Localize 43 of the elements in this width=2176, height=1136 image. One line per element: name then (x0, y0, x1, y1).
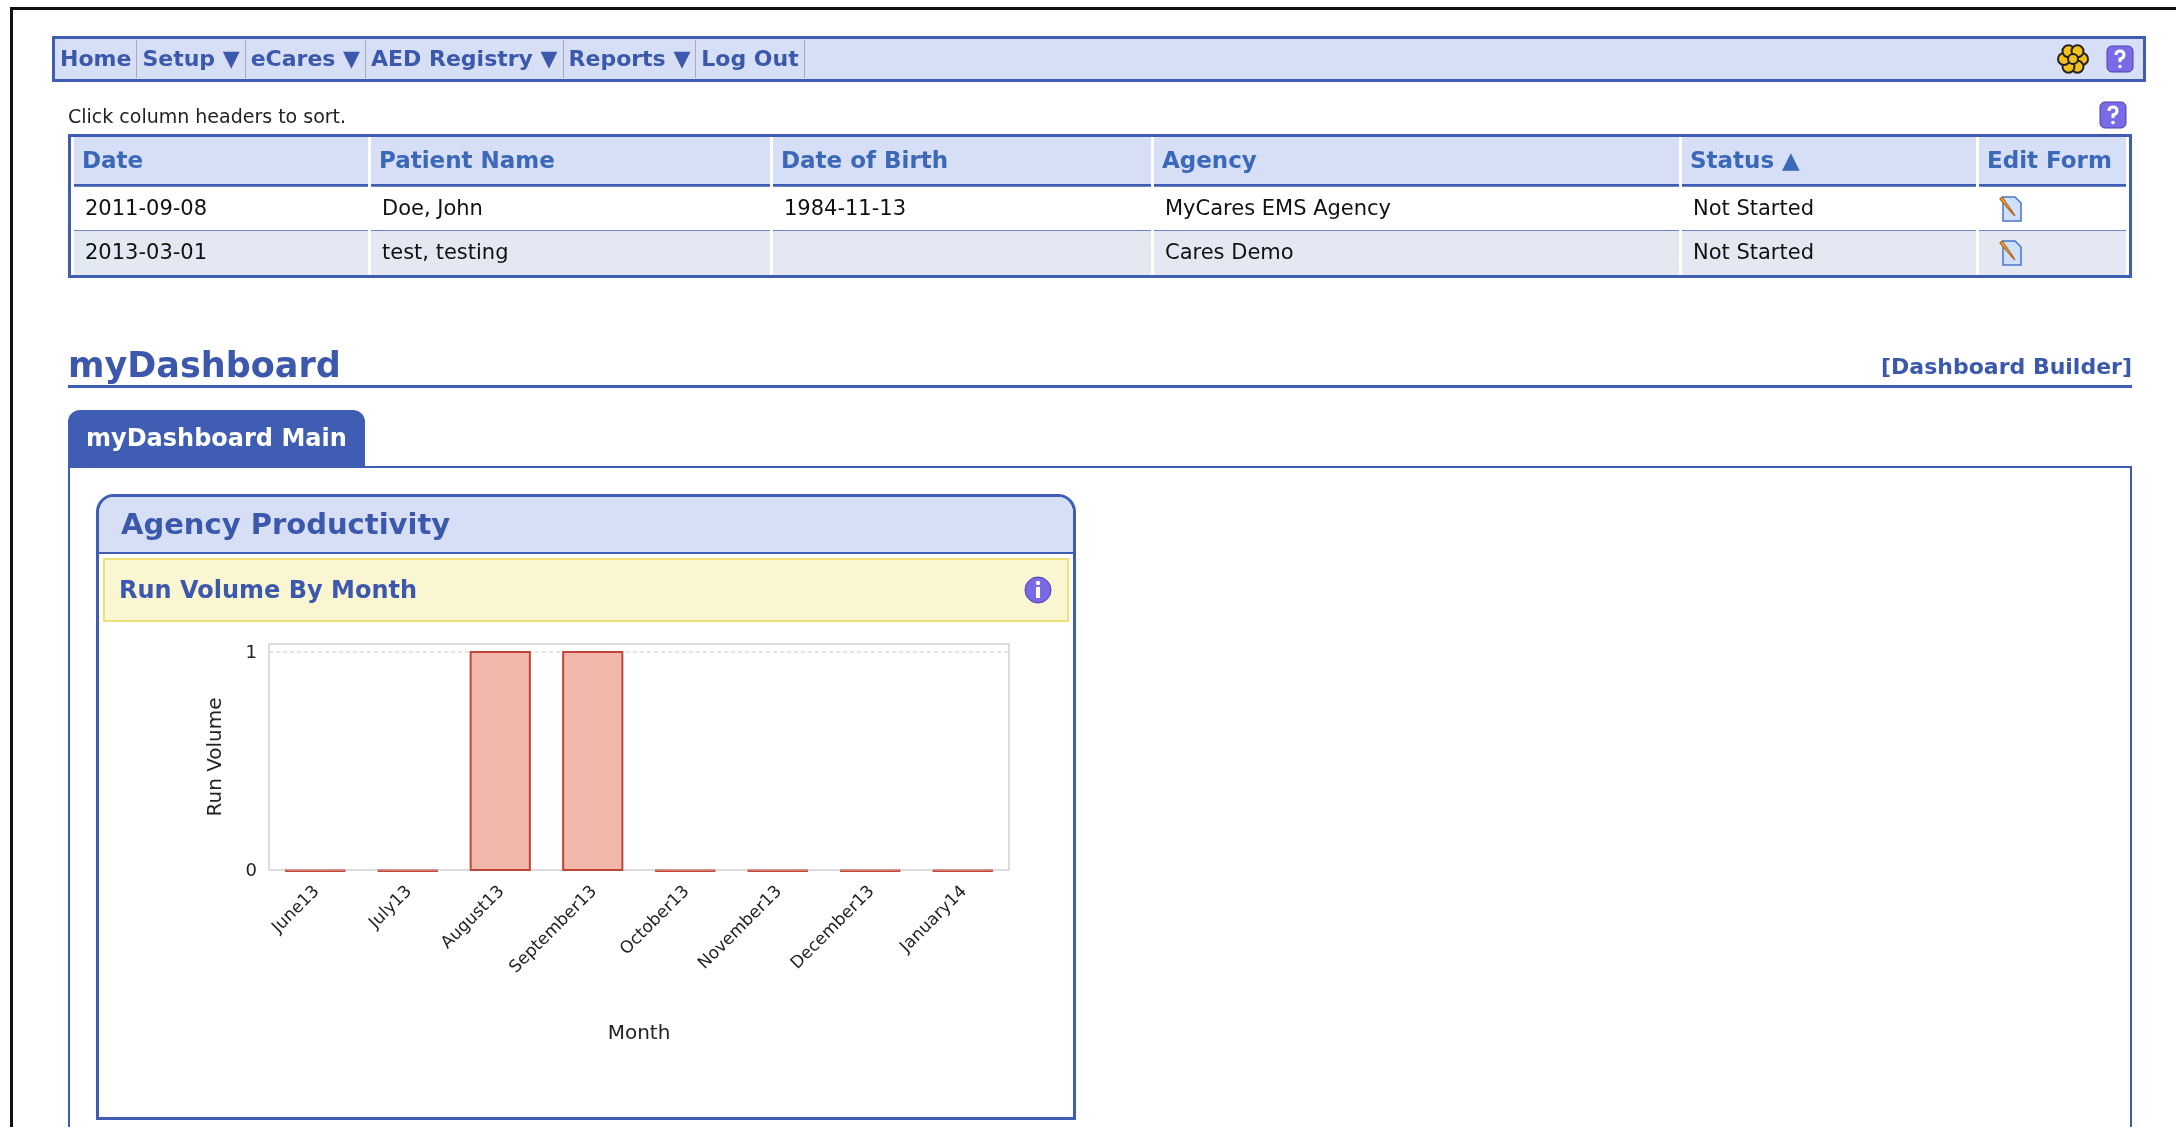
dashboard-builder-link[interactable]: [Dashboard Builder] (1881, 349, 2132, 383)
widget-title: Agency Productivity (99, 496, 1073, 554)
table-cell: Not Started (1692, 240, 1814, 264)
nav-menu-item[interactable]: eCares ▼ (245, 40, 366, 78)
info-icon[interactable] (1023, 575, 1053, 605)
bar (747, 869, 808, 872)
bar (377, 869, 438, 872)
table-cell: Cares Demo (1164, 240, 1294, 264)
x-axis-title: Month (607, 1020, 671, 1044)
flower-icon[interactable] (2055, 43, 2091, 75)
column-header[interactable]: Agency (1153, 137, 1679, 186)
dashboard-tab[interactable]: myDashboard Main (68, 409, 365, 466)
nav-menu-item[interactable]: AED Registry ▼ (366, 40, 564, 78)
y-axis-title: Run Volume (202, 697, 226, 817)
table-cell: MyCares EMS Agency (1164, 195, 1392, 220)
chart-title: Run Volume By Month (119, 575, 418, 606)
table-cell: Doe, John (382, 195, 483, 220)
bar (655, 869, 716, 872)
column-header[interactable]: Date of Birth (772, 137, 1151, 186)
column-header[interactable]: Status ▲ (1681, 137, 1976, 186)
help-icon[interactable] (2105, 44, 2135, 74)
nav-menu-item[interactable]: Setup ▼ (137, 40, 246, 78)
table-cell: 2011-09-08 (85, 195, 208, 220)
bar (840, 869, 901, 872)
dashboard-title: myDashboard (68, 347, 341, 383)
column-header[interactable]: Patient Name (371, 137, 770, 186)
column-header[interactable]: Date (74, 137, 368, 186)
table-cell: test, testing (382, 240, 509, 264)
column-header[interactable]: Edit Form (1978, 137, 2126, 186)
nav-menu-item[interactable]: Reports ▼ (563, 40, 697, 78)
sort-hint: Click column headers to sort. (68, 103, 347, 129)
table-cell: 1984-11-13 (783, 195, 906, 220)
table-cell: 2013-03-01 (85, 240, 208, 264)
axis-tick-label: 1 (245, 641, 257, 662)
bar (285, 869, 346, 872)
nav-menu-item[interactable]: Home (55, 40, 138, 78)
edit-document-icon[interactable] (1997, 239, 2024, 267)
help-icon[interactable] (2098, 100, 2128, 130)
edit-document-icon[interactable] (1997, 194, 2024, 223)
axis-tick-label: 0 (245, 859, 257, 880)
bar (932, 869, 993, 872)
table-cell: Not Started (1692, 195, 1814, 220)
nav-menu-item[interactable]: Log Out (696, 40, 805, 78)
